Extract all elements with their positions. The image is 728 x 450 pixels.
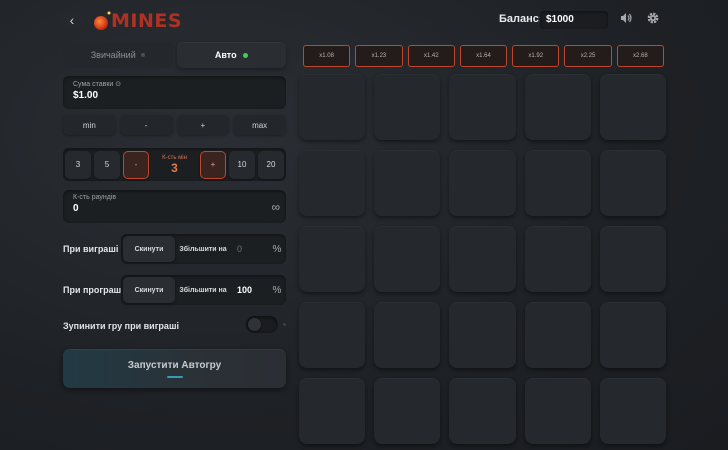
mode-tabs: Звичайний Авто [63, 42, 286, 68]
toggle-knob [248, 318, 261, 331]
grid-tile[interactable] [374, 150, 441, 216]
bet-min-button[interactable]: min [63, 115, 116, 135]
multiplier-row: x1.08 x1.23 x1.42 x1.64 x1.92 x2.25 x2.68 [303, 45, 664, 67]
grid-tile[interactable] [524, 378, 591, 444]
chevron-left-icon: ‹ [69, 12, 75, 28]
balance-value: $1000 [540, 11, 608, 29]
grid-tile[interactable] [599, 150, 666, 216]
rounds-field[interactable]: К-сть раундів 0 ∞ [63, 190, 286, 223]
on-loss-reset-button[interactable]: Скинути [123, 277, 175, 303]
grid-tile[interactable] [299, 302, 366, 368]
on-win-controls: Скинути Збільшити на 0 % [121, 234, 286, 264]
multiplier-chip: x2.68 [616, 45, 664, 67]
mines-decrease-button[interactable]: - [123, 150, 149, 179]
grid-tile[interactable] [449, 74, 516, 140]
speaker-icon[interactable] [619, 11, 635, 27]
tab-auto-label: Авто [214, 50, 237, 60]
grid-tile[interactable] [524, 74, 591, 140]
tab-normal[interactable]: Звичайний [63, 42, 173, 68]
mines-selector: 3 5 - К-сть мін 3 + 10 20 [63, 148, 286, 181]
multiplier-chip: x1.64 [459, 45, 508, 67]
start-autoplay-indicator [166, 375, 183, 378]
grid-tile[interactable] [524, 302, 591, 368]
on-win-label: При виграші [63, 244, 119, 254]
on-loss-controls: Скинути Збільшити на 100 % [121, 275, 286, 305]
multiplier-chip: x2.25 [564, 45, 612, 67]
back-button[interactable]: ‹ [61, 9, 83, 31]
bet-amount-label: Сума ставки ⊙ [73, 81, 122, 88]
bet-increase-button[interactable]: + [176, 115, 230, 135]
toggle-status-dot [283, 323, 286, 326]
bet-decrease-button[interactable]: - [119, 115, 173, 135]
stop-on-win-label: Зупинити гру при виграші [63, 321, 179, 331]
multiplier-chip: x1.92 [512, 45, 560, 67]
rounds-label: К-сть раундів [73, 194, 117, 201]
grid-tile[interactable] [524, 150, 591, 216]
logo: MINES [93, 8, 182, 34]
grid-tile[interactable] [449, 378, 516, 444]
balance-label: Баланс: [499, 13, 543, 25]
bomb-icon [94, 11, 111, 30]
stop-on-win-toggle[interactable] [246, 316, 278, 333]
infinity-icon[interactable]: ∞ [271, 200, 280, 214]
mines-count-value: 3 [171, 160, 178, 175]
multiplier-chip: x1.08 [303, 45, 351, 67]
grid-tile[interactable] [449, 302, 516, 368]
rounds-value[interactable]: 0 [73, 203, 276, 214]
grid-tile[interactable] [374, 378, 441, 444]
grid-tile[interactable] [449, 226, 516, 292]
mines-count-display: К-сть мін 3 [152, 151, 197, 179]
on-loss-unit: % [272, 284, 282, 296]
on-win-reset-button[interactable]: Скинути [123, 236, 175, 262]
grid-tile[interactable] [599, 226, 666, 292]
on-win-increase-button[interactable]: Збільшити на [177, 236, 229, 262]
on-loss-increase-button[interactable]: Збільшити на [177, 277, 229, 303]
bet-controls: min - + max [63, 115, 286, 135]
grid-tile[interactable] [599, 74, 666, 140]
bet-amount-value[interactable]: $1.00 [73, 90, 276, 101]
grid-tile[interactable] [374, 302, 441, 368]
on-win-value[interactable]: 0 [231, 244, 268, 254]
start-autoplay-button[interactable]: Запустити Автогру [63, 349, 286, 388]
grid-tile[interactable] [374, 74, 441, 140]
grid-tile[interactable] [449, 150, 516, 216]
gear-icon[interactable] [646, 11, 662, 27]
start-autoplay-label: Запустити Автогру [127, 359, 222, 371]
tab-normal-label: Звичайний [90, 50, 136, 60]
mines-grid [299, 74, 666, 444]
grid-tile[interactable] [299, 150, 366, 216]
bet-amount-field[interactable]: Сума ставки ⊙ $1.00 [63, 76, 286, 109]
tab-auto-active-dot [242, 52, 248, 58]
bet-max-button[interactable]: max [233, 115, 286, 135]
mines-preset-5[interactable]: 5 [94, 150, 120, 179]
mines-increase-button[interactable]: + [200, 150, 226, 179]
tab-normal-dot [140, 53, 145, 57]
logo-text: MINES [111, 10, 183, 32]
mines-preset-3[interactable]: 3 [65, 150, 91, 179]
mines-preset-20[interactable]: 20 [258, 150, 284, 179]
multiplier-chip: x1.23 [355, 45, 403, 67]
tab-auto[interactable]: Авто [176, 42, 286, 68]
grid-tile[interactable] [299, 226, 366, 292]
on-win-unit: % [272, 243, 282, 255]
on-loss-value[interactable]: 100 [231, 285, 268, 295]
mines-preset-10[interactable]: 10 [229, 150, 255, 179]
grid-tile[interactable] [299, 74, 366, 140]
grid-tile[interactable] [599, 302, 666, 368]
grid-tile[interactable] [299, 378, 366, 444]
on-loss-label: При програші [63, 285, 124, 295]
grid-tile[interactable] [374, 226, 441, 292]
grid-tile[interactable] [599, 378, 666, 444]
grid-tile[interactable] [524, 226, 591, 292]
multiplier-chip: x1.42 [407, 45, 455, 67]
